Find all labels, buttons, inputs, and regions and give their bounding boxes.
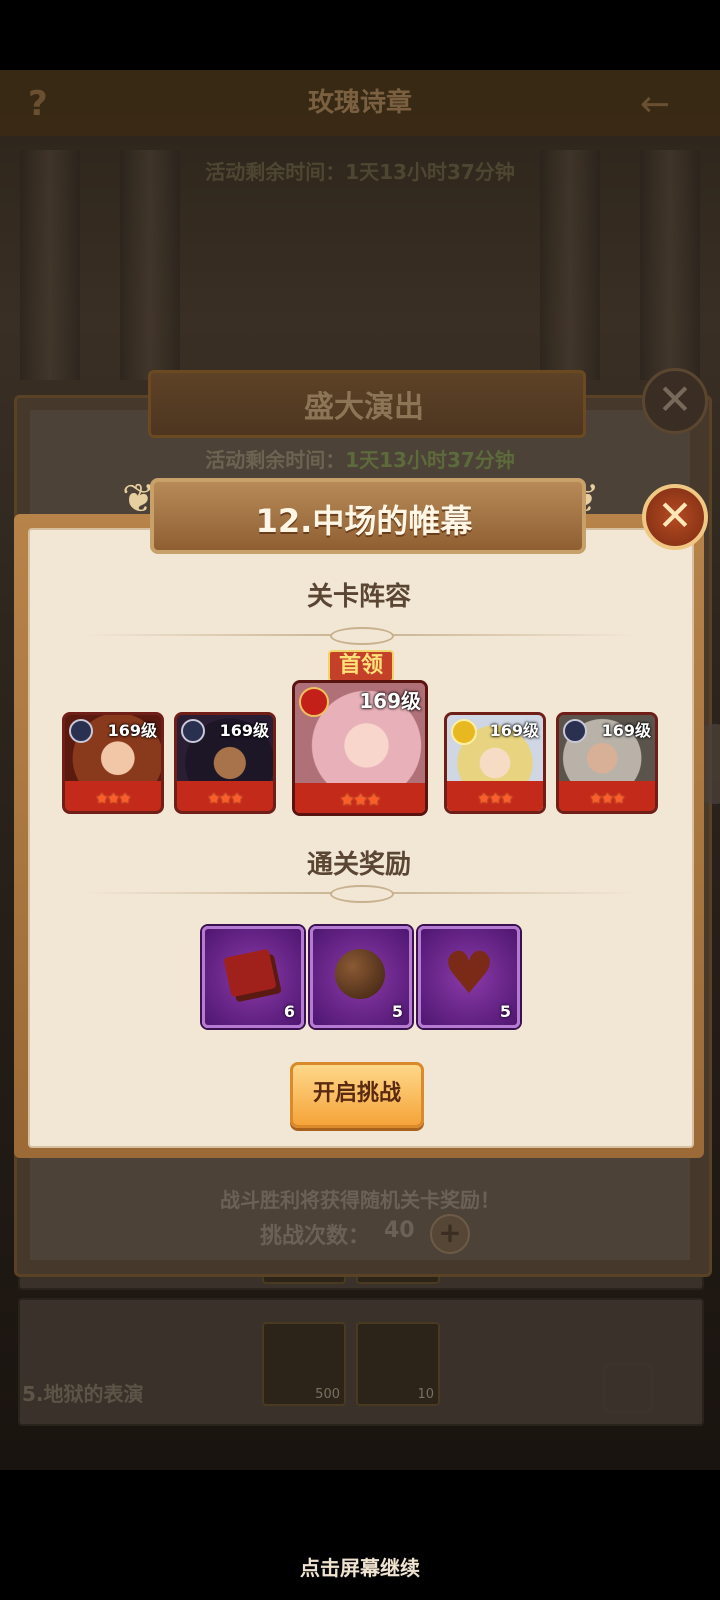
hero-card[interactable]: 169级 ★★★ xyxy=(62,712,164,814)
sun-icon xyxy=(451,719,477,745)
hero-level: 169级 xyxy=(489,721,539,740)
close-icon[interactable]: ✕ xyxy=(642,368,708,434)
chocolate-box-icon xyxy=(223,948,277,998)
event-timer-label: 活动剩余时间： xyxy=(205,448,346,472)
reward-item[interactable]: 6 xyxy=(202,926,304,1028)
background-timer: 活动剩余时间：1天13小时37分钟 xyxy=(205,160,515,184)
hero-stars: ★★★ xyxy=(477,791,514,807)
close-icon[interactable]: ✕ xyxy=(642,484,708,550)
hexagram-icon xyxy=(181,719,205,743)
event-timer: 活动剩余时间：1天13小时37分钟 xyxy=(0,444,720,473)
hero-level: 169级 xyxy=(107,721,157,740)
lineup-title: 关卡阵容 xyxy=(306,582,411,612)
stage-modal-panel xyxy=(28,528,694,1148)
attempts-label: 挑战次数： xyxy=(260,1224,371,1249)
item-count: 10 xyxy=(417,1387,434,1402)
hexagram-icon xyxy=(69,719,93,743)
stage-title: 12.中场的帷幕 xyxy=(255,502,473,540)
heart-chocolate-icon: ♥ xyxy=(443,939,495,1007)
item-count: 5 xyxy=(391,1002,403,1021)
attempts-value: 40 xyxy=(384,1218,415,1243)
hero-level: 169级 xyxy=(219,721,269,740)
hexagram-icon xyxy=(563,719,587,743)
background-title: 玫瑰诗章 xyxy=(307,88,412,118)
hero-level: 169级 xyxy=(601,721,651,740)
hero-card[interactable]: 169级 ★★★ xyxy=(444,712,546,814)
reward-item[interactable]: ♥ 5 xyxy=(418,926,520,1028)
back-arrow-icon[interactable]: ← xyxy=(640,84,670,125)
hero-stars: ★★★ xyxy=(207,791,244,807)
start-challenge-button[interactable]: 开启挑战 xyxy=(290,1062,424,1128)
hero-stars: ★★★ xyxy=(95,791,132,807)
stage-reward-item: 10 xyxy=(356,1322,440,1406)
boss-hero-card[interactable]: 169级 ★★★ xyxy=(292,680,428,816)
hero-card[interactable]: 169级 ★★★ xyxy=(174,712,276,814)
reward-note: 战斗胜利将获得随机关卡奖励！ xyxy=(220,1188,500,1212)
item-count: 5 xyxy=(499,1002,511,1021)
add-attempts-button[interactable]: + xyxy=(430,1214,470,1254)
flame-icon xyxy=(299,687,329,717)
hero-card[interactable]: 169级 ★★★ xyxy=(556,712,658,814)
chocolate-ball-icon xyxy=(335,949,385,999)
lock-icon xyxy=(602,1362,654,1414)
hero-level: 169级 xyxy=(359,689,421,713)
item-count: 6 xyxy=(283,1002,295,1021)
event-timer-value: 1天13小时37分钟 xyxy=(345,448,515,472)
hero-stars: ★★★ xyxy=(339,790,381,809)
hero-stars: ★★★ xyxy=(589,791,626,807)
tap-to-continue-hint[interactable]: 点击屏幕继续 xyxy=(0,1552,720,1581)
divider-ornament xyxy=(330,627,394,645)
item-count: 500 xyxy=(315,1387,340,1402)
reward-item[interactable]: 5 xyxy=(310,926,412,1028)
boss-badge: 首领 xyxy=(328,650,394,682)
divider-ornament xyxy=(330,885,394,903)
rewards-title: 通关奖励 xyxy=(306,850,411,880)
stage-row-label: 5.地狱的表演 xyxy=(22,1382,144,1406)
event-modal-title: 盛大演出 xyxy=(304,390,424,425)
stage-reward-item: 500 xyxy=(262,1322,346,1406)
